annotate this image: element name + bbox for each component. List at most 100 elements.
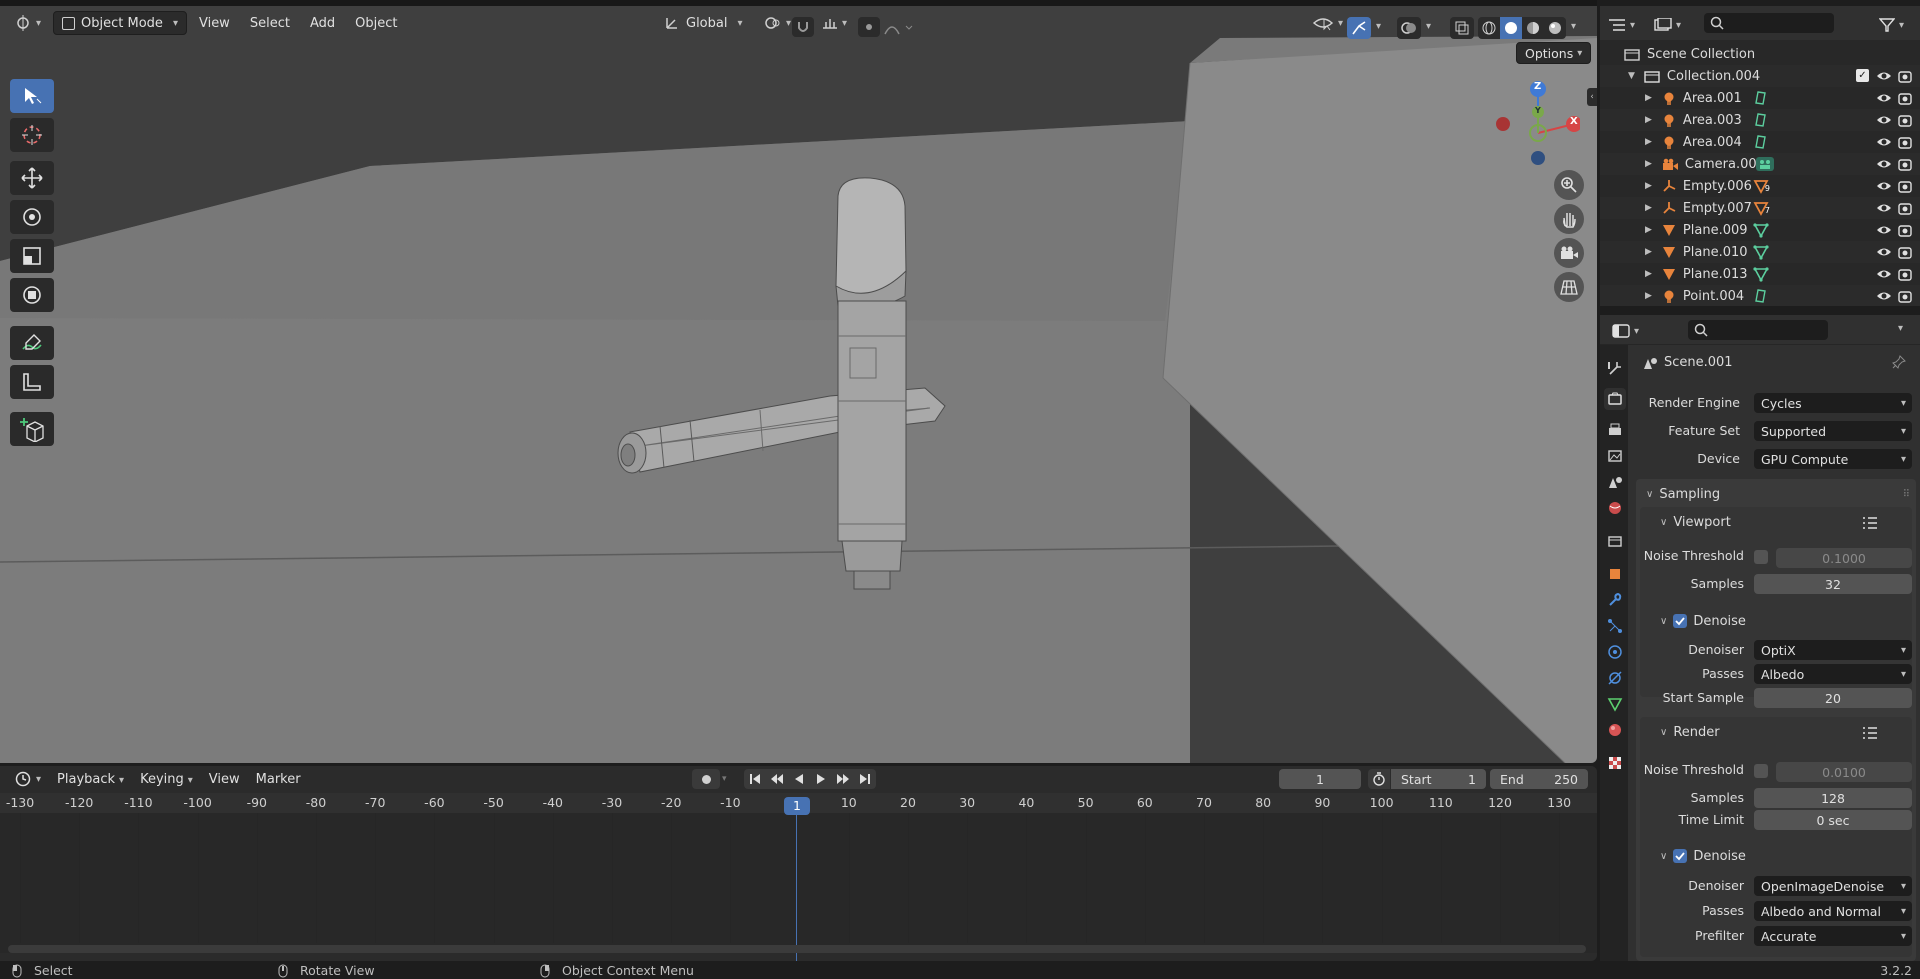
mesh-data-icon[interactable]: [1753, 222, 1769, 238]
render-camera-icon[interactable]: [1898, 113, 1912, 127]
viewport-samples-field[interactable]: 32: [1754, 574, 1912, 594]
eye-icon[interactable]: [1876, 157, 1892, 171]
timeline-editor-type[interactable]: ▾: [6, 767, 49, 791]
drag-handle-icon[interactable]: ⠿: [1903, 489, 1910, 500]
outliner-item-row[interactable]: ▶ Point.004: [1600, 285, 1920, 307]
auto-keying-toggle[interactable]: [692, 769, 720, 789]
tab-constraints[interactable]: [1604, 667, 1626, 689]
timeline-body[interactable]: [0, 813, 1597, 953]
expand-arrow-icon[interactable]: ▶: [1645, 203, 1652, 213]
eye-icon[interactable]: [1876, 201, 1892, 215]
presets-list-icon[interactable]: [1862, 516, 1878, 530]
keying-set-dropdown[interactable]: ▾: [722, 774, 727, 784]
tab-view-layer[interactable]: [1604, 445, 1626, 467]
render-camera-icon[interactable]: [1898, 179, 1912, 193]
tab-material[interactable]: [1604, 719, 1626, 741]
expand-arrow-icon[interactable]: ▶: [1645, 269, 1652, 279]
zoom-button[interactable]: [1554, 170, 1584, 200]
eye-icon[interactable]: [1876, 91, 1892, 105]
menu-keying[interactable]: Keying ▾: [132, 772, 201, 787]
pin-icon[interactable]: [1892, 355, 1906, 369]
menu-playback[interactable]: Playback ▾: [49, 772, 132, 787]
expand-arrow-icon[interactable]: ▶: [1645, 291, 1652, 301]
perspective-toggle-button[interactable]: [1554, 272, 1584, 302]
render-denoiser-dropdown[interactable]: OpenImageDenoise ▾: [1754, 876, 1912, 896]
outliner-item-row[interactable]: ▶ Area.001: [1600, 87, 1920, 109]
mode-dropdown[interactable]: Object Mode ▾: [53, 11, 187, 35]
render-engine-dropdown[interactable]: Cycles ▾: [1754, 393, 1912, 413]
feature-set-dropdown[interactable]: Supported ▾: [1754, 421, 1912, 441]
next-keyframe-button[interactable]: [832, 769, 854, 789]
eye-icon[interactable]: [1876, 113, 1892, 127]
scale-tool[interactable]: [10, 239, 54, 273]
outliner-item-row[interactable]: ▶ Plane.013: [1600, 263, 1920, 285]
properties-options-dropdown[interactable]: ▾: [1898, 323, 1903, 334]
render-passes-dropdown[interactable]: Albedo and Normal ▾: [1754, 901, 1912, 921]
preview-range-toggle[interactable]: [1368, 769, 1390, 789]
timeline-scrollbar[interactable]: [8, 945, 1586, 953]
eye-icon[interactable]: [1876, 289, 1892, 303]
options-dropdown[interactable]: Options ▾: [1516, 42, 1592, 64]
render-camera-icon[interactable]: [1898, 157, 1912, 171]
outliner-editor[interactable]: ▾ ▾ ▾ Scene Collection ▼ Collection.004 …: [1600, 6, 1920, 312]
navigation-gizmo[interactable]: Z Y X: [1490, 76, 1580, 166]
light-data-icon[interactable]: [1753, 288, 1769, 304]
menu-add[interactable]: Add: [302, 16, 343, 31]
tab-collection[interactable]: [1604, 530, 1626, 552]
expand-arrow-icon[interactable]: ▶: [1645, 137, 1652, 147]
outliner-item-row[interactable]: ▶ Plane.010: [1600, 241, 1920, 263]
move-tool[interactable]: [10, 161, 54, 195]
cursor-tool[interactable]: [10, 118, 54, 152]
properties-editor-type[interactable]: ▾: [1608, 319, 1643, 343]
expand-arrow-icon[interactable]: ▶: [1645, 247, 1652, 257]
render-samples-field[interactable]: 128: [1754, 788, 1912, 808]
tab-physics[interactable]: [1604, 641, 1626, 663]
prev-keyframe-button[interactable]: [766, 769, 788, 789]
menu-select[interactable]: Select: [242, 16, 298, 31]
mesh-data-icon[interactable]: [1753, 244, 1769, 260]
render-prefilter-dropdown[interactable]: Accurate ▾: [1754, 926, 1912, 946]
outliner-item-row[interactable]: ▶ Empty.006 9: [1600, 175, 1920, 197]
render-camera-icon[interactable]: [1898, 245, 1912, 259]
render-noise-threshold-checkbox[interactable]: [1754, 764, 1768, 778]
viewport-denoise-checkbox[interactable]: [1673, 614, 1688, 628]
menu-timeline-view[interactable]: View: [201, 772, 248, 787]
render-camera-icon[interactable]: [1898, 201, 1912, 215]
eye-icon[interactable]: [1876, 245, 1892, 259]
tab-modifiers[interactable]: [1604, 589, 1626, 611]
camera-view-button[interactable]: [1554, 238, 1584, 268]
outliner-item-row[interactable]: ▶ Area.003: [1600, 109, 1920, 131]
play-reverse-button[interactable]: [788, 769, 810, 789]
tab-output[interactable]: [1604, 419, 1626, 441]
viewport-noise-threshold-checkbox[interactable]: [1754, 550, 1768, 564]
tab-data[interactable]: [1604, 693, 1626, 715]
menu-object[interactable]: Object: [347, 16, 405, 31]
render-camera-icon[interactable]: [1898, 267, 1912, 281]
tab-scene[interactable]: [1604, 471, 1626, 493]
jump-end-button[interactable]: [854, 769, 876, 789]
end-frame-field[interactable]: End 250: [1490, 769, 1588, 789]
light-data-icon[interactable]: [1753, 90, 1769, 106]
playhead-frame-indicator[interactable]: 1: [784, 797, 810, 815]
expand-arrow-icon[interactable]: ▶: [1645, 181, 1652, 191]
collection-row[interactable]: ▼ Collection.004 ✓: [1600, 65, 1920, 87]
eye-icon[interactable]: [1876, 223, 1892, 237]
scene-collection-row[interactable]: Scene Collection: [1600, 43, 1920, 65]
render-camera-icon[interactable]: [1898, 91, 1912, 105]
current-frame-field[interactable]: 1: [1279, 769, 1361, 789]
mesh-data-icon[interactable]: [1753, 266, 1769, 282]
light-data-icon[interactable]: [1753, 112, 1769, 128]
properties-search-input[interactable]: [1688, 320, 1828, 340]
expand-arrow-icon[interactable]: ▶: [1645, 115, 1652, 125]
empty-data-icon[interactable]: 9: [1753, 178, 1770, 194]
play-button[interactable]: [810, 769, 832, 789]
eye-icon[interactable]: [1876, 69, 1892, 83]
collection-include-checkbox[interactable]: ✓: [1856, 69, 1869, 82]
eye-icon[interactable]: [1876, 135, 1892, 149]
sampling-panel-header[interactable]: ∨ Sampling ⠿: [1638, 482, 1914, 506]
sidebar-toggle[interactable]: ‹: [1587, 88, 1597, 106]
outliner-item-row[interactable]: ▶ Plane.009: [1600, 219, 1920, 241]
tab-tool[interactable]: [1604, 357, 1626, 379]
empty-data-icon[interactable]: 7: [1753, 200, 1770, 216]
render-denoise-checkbox[interactable]: [1673, 849, 1688, 863]
